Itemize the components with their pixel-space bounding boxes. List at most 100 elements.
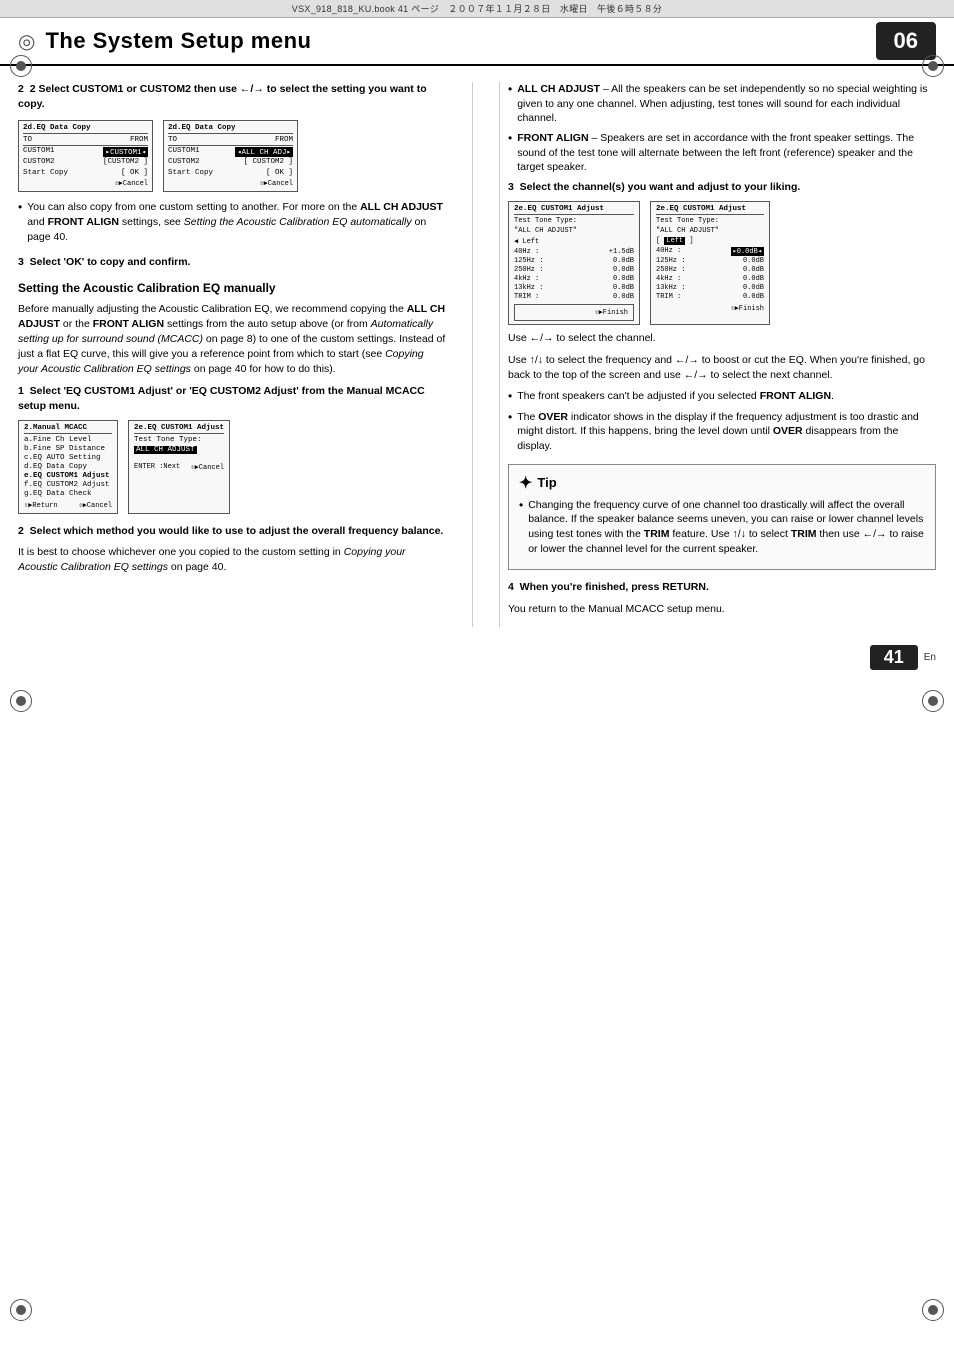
eq-custom-tone-label: Test Tone Type: xyxy=(134,436,224,444)
copy-screen-2-action: Start Copy [ OK ] xyxy=(168,169,293,177)
copy-screen-2-header: TO FROM xyxy=(168,136,293,144)
mcacc-menu-screen: 2.Manual MCACC a.Fine Ch Level b.Fine SP… xyxy=(18,420,118,514)
step2b-heading: 2 Select which method you would like to … xyxy=(18,524,446,539)
mcacc-item-g: g.EQ Data Check xyxy=(24,490,112,498)
copy-screen-1-row2: CUSTOM2 [CUSTOM2 ] xyxy=(23,158,148,166)
eq-custom-screen: 2e.EQ CUSTOM1 Adjust Test Tone Type: ALL… xyxy=(128,420,230,514)
eq-adj-s1-freq2: 125Hz :0.0dB xyxy=(514,257,634,265)
eq-adj-s1-tone-val: "ALL CH ADJUST" xyxy=(514,227,634,235)
file-info-bar: VSX_918_818_KU.book 41 ページ ２００７年１１月２８日 水… xyxy=(0,0,954,18)
eq-adj-s2-footer: ⇧▶Finish xyxy=(656,304,764,313)
bullet-all-ch-adjust: • ALL CH ADJUST – All the speakers can b… xyxy=(508,82,936,126)
eq-adj-s2-freq1: 40Hz :▸0.0dB◂ xyxy=(656,247,764,256)
corner-decoration-top-right xyxy=(922,55,944,77)
copy-screen-2-row2: CUSTOM2 [ CUSTOM2 ] xyxy=(168,158,293,166)
use-ud-text: Use ↑/↓ to select the frequency and ←/→ … xyxy=(508,353,936,383)
corner-decoration-mid-left xyxy=(10,690,32,712)
eq-adj-s2-trim: TRIM :0.0dB xyxy=(656,293,764,301)
right-column: • ALL CH ADJUST – All the speakers can b… xyxy=(499,82,936,627)
eq-adj-s2-freq2: 125Hz :0.0dB xyxy=(656,257,764,265)
mcacc-item-b: b.Fine SP Distance xyxy=(24,445,112,453)
step4-block: 4 When you're finished, press RETURN. Yo… xyxy=(508,580,936,616)
step2-heading: 2 2 Select CUSTOM1 or CUSTOM2 then use ←… xyxy=(18,82,446,112)
eq-custom-footer: ENTER :Next ⇧▶Cancel xyxy=(134,463,224,472)
eq-adj-s1-tone-label: Test Tone Type: xyxy=(514,217,634,225)
step4-heading: 4 When you're finished, press RETURN. xyxy=(508,580,936,595)
eq-adj-s2-freq3: 250Hz :0.0dB xyxy=(656,266,764,274)
step2b-text: It is best to choose whichever one you c… xyxy=(18,545,446,575)
tip-icon: ✦ xyxy=(519,473,532,493)
eq-adj-s2-title: 2e.EQ CUSTOM1 Adjust xyxy=(656,205,764,215)
eq-adj-s1-freq1: 40Hz :+1.5dB xyxy=(514,248,634,256)
page-footer: 41 En xyxy=(0,637,954,678)
mcacc-item-c: c.EQ AUTO Setting xyxy=(24,454,112,462)
corner-decoration-bottom-right xyxy=(922,1299,944,1321)
main-content: 2 2 Select CUSTOM1 or CUSTOM2 then use ←… xyxy=(0,66,954,637)
header-bar: ◎ The System Setup menu 06 xyxy=(0,18,954,66)
mcacc-item-f: f.EQ CUSTOM2 Adjust xyxy=(24,481,112,489)
step3a-heading: 3 Select 'OK' to copy and confirm. xyxy=(18,255,446,270)
eq-custom-title: 2e.EQ CUSTOM1 Adjust xyxy=(134,424,224,434)
copy-screen-1-footer: ⇧▶Cancel xyxy=(23,179,148,188)
tip-bullet-1: • Changing the frequency curve of one ch… xyxy=(519,498,925,557)
tip-box: ✦ Tip • Changing the frequency curve of … xyxy=(508,464,936,571)
eq-adj-s2-tone-val: "ALL CH ADJUST" xyxy=(656,227,764,235)
mcacc-item-a: a.Fine Ch Level xyxy=(24,436,112,444)
left-column: 2 2 Select CUSTOM1 or CUSTOM2 then use ←… xyxy=(18,82,446,627)
mcacc-item-e-selected: e.EQ CUSTOM1 Adjust xyxy=(24,472,112,480)
tip-content: • Changing the frequency curve of one ch… xyxy=(519,498,925,557)
step3b-block: 3 Select the channel(s) you want and adj… xyxy=(508,180,936,454)
eq-adj-s1-channel: ◀ Left xyxy=(514,237,634,246)
eq-adj-s2-freq4: 4kHz :0.0dB xyxy=(656,275,764,283)
eq-adj-s1-title: 2e.EQ CUSTOM1 Adjust xyxy=(514,205,634,215)
page-title: The System Setup menu xyxy=(45,28,311,54)
bullet-copy-info: • You can also copy from one custom sett… xyxy=(18,200,446,244)
step3b-heading: 3 Select the channel(s) you want and adj… xyxy=(508,180,936,195)
corner-decoration-mid-right xyxy=(922,690,944,712)
eq-adj-s2-channel: [ Left ] xyxy=(656,237,764,245)
bullet-front-speakers-note: • The front speakers can't be adjusted i… xyxy=(508,389,936,405)
copy-screen-1-header: TO FROM xyxy=(23,136,148,144)
step1-heading: 1 Select 'EQ CUSTOM1 Adjust' or 'EQ CUST… xyxy=(18,384,446,414)
eq-adj-s1-freq4: 4kHz :0.0dB xyxy=(514,275,634,283)
tip-label: Tip xyxy=(537,475,556,490)
eq-adj-s2-freq5: 13kHz :0.0dB xyxy=(656,284,764,292)
bullet-over-indicator: • The OVER indicator shows in the displa… xyxy=(508,410,936,454)
copy-screen-1-action: Start Copy [ OK ] xyxy=(23,169,148,177)
binding-circle-icon: ◎ xyxy=(18,29,35,54)
mcacc-footer: ⇧▶Return ⇧▶Cancel xyxy=(24,501,112,510)
corner-decoration-top-left xyxy=(10,55,32,77)
copy-screen-2: 2d.EQ Data Copy TO FROM CUSTOM1 ◂ALL CH … xyxy=(163,120,298,192)
chapter-number: 06 xyxy=(876,22,936,60)
bullet-front-align: • FRONT ALIGN – Speakers are set in acco… xyxy=(508,131,936,175)
page-number: 41 xyxy=(870,645,918,670)
step3a-block: 3 Select 'OK' to copy and confirm. xyxy=(18,255,446,270)
eq-adj-s1-footer: ⇧▶Finish xyxy=(514,304,634,321)
copy-screen-1-title: 2d.EQ Data Copy xyxy=(23,124,148,134)
file-info-text: VSX_918_818_KU.book 41 ページ ２００７年１１月２８日 水… xyxy=(292,4,662,14)
step2b-block: 2 Select which method you would like to … xyxy=(18,524,446,576)
eq-adj-s1-freq5: 13kHz :0.0dB xyxy=(514,284,634,292)
copy-screen-2-footer: ⇧▶Cancel xyxy=(168,179,293,188)
eq-adjust-screens-row: 2e.EQ CUSTOM1 Adjust Test Tone Type: "AL… xyxy=(508,201,936,325)
mcacc-title: 2.Manual MCACC xyxy=(24,424,112,434)
mcacc-item-d: d.EQ Data Copy xyxy=(24,463,112,471)
copy-screens-row: 2d.EQ Data Copy TO FROM CUSTOM1 ▸CUSTOM1… xyxy=(18,120,446,192)
eq-adjust-screen-2: 2e.EQ CUSTOM1 Adjust Test Tone Type: "AL… xyxy=(650,201,770,325)
sub-heading-manual-eq: Setting the Acoustic Calibration EQ manu… xyxy=(18,280,446,297)
step4-text: You return to the Manual MCACC setup men… xyxy=(508,602,936,617)
step1-block: 1 Select 'EQ CUSTOM1 Adjust' or 'EQ CUST… xyxy=(18,384,446,514)
manual-eq-intro: Before manually adjusting the Acoustic C… xyxy=(18,302,446,378)
tip-header: ✦ Tip xyxy=(519,473,925,493)
eq-custom-tone-value: ALL CH ADJUST xyxy=(134,446,197,454)
column-divider xyxy=(472,82,473,627)
copy-screen-1: 2d.EQ Data Copy TO FROM CUSTOM1 ▸CUSTOM1… xyxy=(18,120,153,192)
use-lr-text: Use ←/→ to select the channel. xyxy=(508,331,936,346)
copy-screen-2-title: 2d.EQ Data Copy xyxy=(168,124,293,134)
eq-adj-s1-trim: TRIM :0.0dB xyxy=(514,293,634,301)
eq-adj-s2-tone-label: Test Tone Type: xyxy=(656,217,764,225)
mcacc-screens-row: 2.Manual MCACC a.Fine Ch Level b.Fine SP… xyxy=(18,420,446,514)
page-lang: En xyxy=(924,652,936,663)
eq-adj-s1-freq3: 250Hz :0.0dB xyxy=(514,266,634,274)
copy-screen-2-row1: CUSTOM1 ◂ALL CH ADJ▸ xyxy=(168,147,293,157)
